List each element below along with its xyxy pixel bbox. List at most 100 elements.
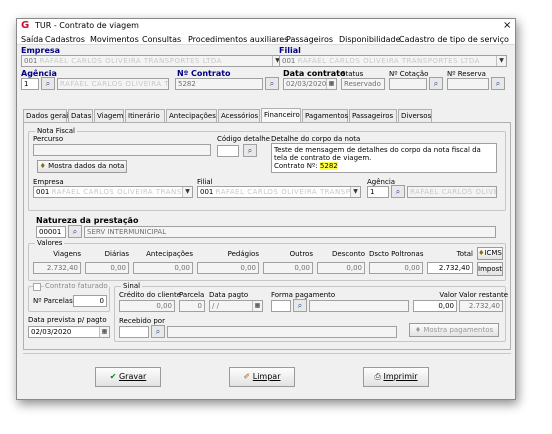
antecipacoes-header: Antecipações [146,250,193,258]
chevron-down-icon: ▼ [496,56,506,66]
binoculars-icon[interactable]: ⌕ [243,144,257,157]
cotacao-field[interactable] [389,78,427,90]
detalhe-contrato-prefix: Contrato Nº: [274,162,318,170]
nf-filial-label: Filial [197,178,213,186]
credito-label: Crédito do cliente [119,291,182,299]
limpar-button[interactable]: ✐ Limpar [229,367,295,387]
detalhe-textarea[interactable]: Teste de mensagem de detalhes do corpo d… [271,143,497,173]
detalhe-label: Detalhe do corpo da nota [271,135,361,143]
icms-button[interactable]: ♦ICMS [477,247,503,260]
filial-code: 001 [282,57,296,65]
icms-label: ICMS [484,249,502,257]
percurso-label: Percurso [33,135,64,143]
binoculars-icon[interactable]: ⌕ [293,299,307,312]
tab-strip: Dados gerais Datas Viagem Itinerário Ant… [23,108,513,122]
tab-datas[interactable]: Datas [68,109,93,122]
menu-disponibilidade[interactable]: Disponibilidade [339,35,401,44]
calendar-icon: ▦ [252,301,262,311]
menu-bar: Saída Cadastros Movimentos Consultas Pro… [17,33,515,45]
impostos-button[interactable]: Impostos [477,262,503,276]
agencia-code-field[interactable]: 1 [21,78,39,90]
nf-empresa-select[interactable]: 001 RAFAEL CARLOS OLIVEIRA TRANSPORTES L… [33,186,193,198]
nf-agencia-name: RAFAEL CARLOS OLIVEIRA TRANSPORTES [410,188,496,196]
agencia-name-field: RAFAEL CARLOS OLIVEIRA TRANSPORTES [57,78,169,90]
tab-antecipacoes[interactable]: Antecipações [166,109,217,122]
empresa-code: 001 [24,57,38,65]
natureza-code-field[interactable]: 00001 [36,226,66,238]
nf-empresa-code: 001 [36,188,50,196]
nf-agencia-code-field[interactable]: 1 [367,186,389,198]
empresa-select[interactable]: 001 RAFAEL CARLOS OLIVEIRA TRANSPORTES L… [21,55,283,67]
binoculars-icon[interactable]: ⌕ [429,77,443,90]
menu-consultas[interactable]: Consultas [142,35,181,44]
valores-title: Valores [35,239,65,247]
viagens-value: 2.732,40 [33,262,81,274]
chevron-down-icon: ▼ [350,187,360,197]
limpar-label: Limpar [252,372,281,381]
parcela-label: Parcela [179,291,205,299]
filial-select[interactable]: 001 RAFAEL CARLOS OLIVEIRA TRANSPORTES L… [279,55,507,67]
credito-field: 0,00 [119,300,175,312]
tab-financeiro[interactable]: Financeiro [261,108,301,122]
binoculars-icon[interactable]: ⌕ [391,185,405,198]
percurso-field[interactable] [33,144,211,156]
empresa-label: Empresa [21,46,61,55]
parcelas-field[interactable]: 0 [73,295,107,307]
mostra-dados-nota-button[interactable]: ♦ Mostra dados da nota [37,160,127,173]
tab-dados-gerais[interactable]: Dados gerais [23,109,72,122]
mostra-pagamentos-button[interactable]: ♦ Mostra pagamentos [409,323,499,337]
data-contrato-field[interactable]: 02/03/2020 ▦ [283,78,337,90]
binoculars-icon[interactable]: ⌕ [68,225,82,238]
binoculars-icon[interactable]: ⌕ [491,77,505,90]
binoculars-icon[interactable]: ⌕ [41,77,55,90]
gravar-button[interactable]: ✔ Gravar [95,367,161,387]
valores-group: Valores Viagens Diárias Antecipações Ped… [28,239,506,281]
forma-pagamento-code-field[interactable] [271,300,291,312]
menu-saida[interactable]: Saída [21,35,43,44]
tab-diversos[interactable]: Diversos [398,109,432,122]
gravar-label: Gravar [118,372,147,381]
menu-procedimentos[interactable]: Procedimentos auxiliares [188,35,288,44]
contrato-faturado-checkbox[interactable] [33,283,41,291]
tab-acessorios[interactable]: Acessórios [218,109,260,122]
menu-tipo-servico[interactable]: Cadastro de tipo de serviço [399,35,509,44]
nf-filial-name: RAFAEL CARLOS OLIVEIRA TRANSPORTES LTDA [215,188,360,196]
data-contrato-label: Data contrato [283,69,346,78]
contrato-field[interactable]: 5282 [175,78,263,90]
binoculars-icon[interactable]: ⌕ [151,325,165,338]
reserva-label: Nº Reserva [447,70,486,78]
detalhe-contrato-value: 5282 [319,162,338,170]
menu-passageiros[interactable]: Passageiros [286,35,333,44]
close-button[interactable]: × [503,20,511,31]
pedagios-header: Pedágios [227,250,259,258]
viagens-header: Viagens [53,250,81,258]
nf-filial-select[interactable]: 001 RAFAEL CARLOS OLIVEIRA TRANSPORTES L… [197,186,361,198]
data-prevista-value: 02/03/2020 [31,328,72,336]
forma-pagamento-label: Forma pagamento [271,291,336,299]
recebido-code-field[interactable] [119,326,149,338]
printer-icon: ⎙ [374,372,381,381]
imprimir-button[interactable]: ⎙ Imprimir [363,367,429,387]
detalhe-text: Teste de mensagem de detalhes do corpo d… [274,146,481,162]
binoculars-icon[interactable]: ⌕ [265,77,279,90]
menu-movimentos[interactable]: Movimentos [90,35,139,44]
forma-pagamento-desc-field [309,300,409,312]
reserva-field[interactable] [447,78,489,90]
tab-passageiros[interactable]: Passageiros [349,109,397,122]
status-label: Status [341,70,364,78]
codigo-detalhe-field[interactable] [217,145,239,157]
broom-icon: ✐ [243,372,251,381]
data-prevista-field[interactable]: 02/03/2020 ▦ [28,326,110,338]
tab-itinerario[interactable]: Itinerário [125,109,165,122]
menu-cadastros[interactable]: Cadastros [45,35,85,44]
valor-field[interactable]: 0,00 [413,300,457,312]
tab-pagamentos[interactable]: Pagamentos [302,109,348,122]
data-pagto-field[interactable]: / / ▦ [209,300,263,312]
antecipacoes-value: 0,00 [133,262,193,274]
nf-empresa-name: RAFAEL CARLOS OLIVEIRA TRANSPORTES LTDA [51,188,192,196]
chevron-down-icon: ▼ [182,187,192,197]
tab-viagem[interactable]: Viagem [94,109,124,122]
valor-restante-label: Valor restante [459,291,509,299]
cotacao-label: Nº Cotação [389,70,429,78]
title-bar: G TUR - Contrato de viagem × [17,19,515,33]
